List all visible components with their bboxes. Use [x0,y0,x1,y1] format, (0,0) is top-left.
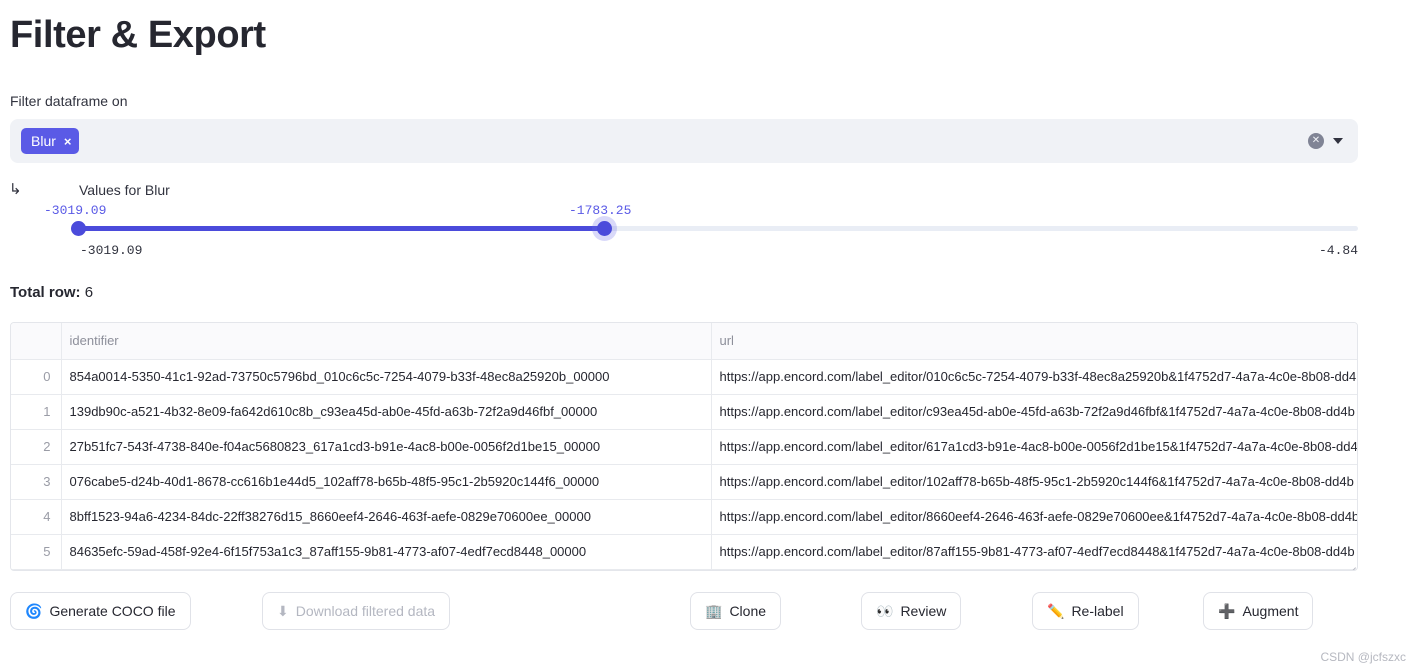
close-icon[interactable]: × [64,135,72,148]
slider-fill [78,226,604,231]
re-label-label: Re-label [1071,603,1124,619]
table-header-row: identifier url [11,323,1357,360]
cell-identifier[interactable]: 076cabe5-d24b-40d1-8678-cc616b1e44d5_102… [61,464,712,500]
table-row[interactable]: 0 854a0014-5350-41c1-92ad-73750c5796bd_0… [11,359,1357,395]
review-button[interactable]: 👀 Review [861,592,962,630]
table-row[interactable]: 1 139db90c-a521-4b32-8e09-fa642d610c8b_c… [11,394,1357,430]
row-index: 5 [11,534,62,570]
row-index: 4 [11,499,62,535]
augment-button[interactable]: ➕ Augment [1203,592,1314,630]
table-row[interactable]: 3 076cabe5-d24b-40d1-8678-cc616b1e44d5_1… [11,464,1357,500]
review-label: Review [900,603,947,619]
slider-max-value-label: -1783.25 [569,203,632,218]
dataframe-resize-handle[interactable] [1344,557,1357,570]
download-filtered-data-label: Download filtered data [295,603,436,619]
table-row[interactable]: 5 84635efc-59ad-458f-92e4-6f15f753a1c3_8… [11,534,1357,570]
slider-range-min-label: -3019.09 [80,243,143,258]
cell-url[interactable]: https://app.encord.com/label_editor/8660… [711,499,1357,535]
cell-identifier[interactable]: 84635efc-59ad-458f-92e4-6f15f753a1c3_87a… [61,534,712,570]
cell-url[interactable]: https://app.encord.com/label_editor/c93e… [711,394,1357,430]
branch-arrow-icon: ↳ [9,181,22,198]
slider-caption: Values for Blur [79,182,170,198]
generate-coco-file-button[interactable]: 🌀 Generate COCO file [10,592,191,630]
row-index: 1 [11,394,62,430]
eyes-icon: 👀 [876,603,894,619]
filter-chip-blur[interactable]: Blur × [21,128,79,154]
re-label-button[interactable]: ✏️ Re-label [1032,592,1139,630]
plus-icon: ➕ [1218,603,1236,619]
clear-all-icon[interactable]: ✕ [1308,133,1324,149]
filter-export-page: Filter & Export Filter dataframe on Blur… [0,0,1416,671]
cell-identifier[interactable]: 27b51fc7-543f-4738-840e-f04ac5680823_617… [61,429,712,465]
download-icon: ⬇ [277,603,289,619]
cell-identifier[interactable]: 139db90c-a521-4b32-8e09-fa642d610c8b_c93… [61,394,712,430]
column-header-identifier[interactable]: identifier [61,323,712,360]
cell-url[interactable]: https://app.encord.com/label_editor/617a… [711,429,1357,465]
filter-multiselect[interactable]: Blur × ✕ [10,119,1358,163]
watermark: CSDN @jcfszxc [1320,650,1406,664]
clone-label: Clone [729,603,767,619]
slider-thumb-min[interactable] [71,221,86,236]
row-index: 2 [11,429,62,465]
chevron-down-icon[interactable] [1333,138,1343,144]
total-row-value: 6 [84,284,94,301]
clone-button[interactable]: 🏢 Clone [690,592,782,630]
building-icon: 🏢 [705,603,723,619]
total-row-summary: Total row: 6 [10,283,93,303]
row-index: 0 [11,359,62,395]
slider-min-value-label: -3019.09 [44,203,107,218]
pencil-icon: ✏️ [1047,603,1065,619]
filter-chip-label: Blur [31,133,56,149]
page-title: Filter & Export [10,14,266,56]
generate-coco-file-label: Generate COCO file [49,603,176,619]
cell-url[interactable]: https://app.encord.com/label_editor/102a… [711,464,1357,500]
augment-label: Augment [1242,603,1299,619]
cell-identifier[interactable]: 8bff1523-94a6-4234-84dc-22ff38276d15_866… [61,499,712,535]
blur-range-slider[interactable]: -3019.09 -1783.25 -3019.09 -4.84 [44,203,1358,260]
cell-identifier[interactable]: 854a0014-5350-41c1-92ad-73750c5796bd_010… [61,359,712,395]
table-row[interactable]: 2 27b51fc7-543f-4738-840e-f04ac5680823_6… [11,429,1357,465]
row-index: 3 [11,464,62,500]
total-row-label: Total row: [10,284,81,301]
dataframe-table: identifier url 0 854a0014-5350-41c1-92ad… [11,323,1357,570]
dataframe[interactable]: identifier url 0 854a0014-5350-41c1-92ad… [10,322,1358,571]
cell-url[interactable]: https://app.encord.com/label_editor/010c… [711,359,1357,395]
cell-url[interactable]: https://app.encord.com/label_editor/87af… [711,534,1357,570]
download-filtered-data-button[interactable]: ⬇ Download filtered data [262,592,451,630]
table-row[interactable]: 4 8bff1523-94a6-4234-84dc-22ff38276d15_8… [11,499,1357,535]
index-column-header [11,323,62,360]
column-header-url[interactable]: url [711,323,1357,360]
slider-thumb-max[interactable] [597,221,612,236]
table-body: 0 854a0014-5350-41c1-92ad-73750c5796bd_0… [11,359,1357,570]
filter-dataframe-label: Filter dataframe on [10,93,128,109]
cyclone-icon: 🌀 [25,603,43,619]
slider-range-max-label: -4.84 [1318,243,1358,258]
